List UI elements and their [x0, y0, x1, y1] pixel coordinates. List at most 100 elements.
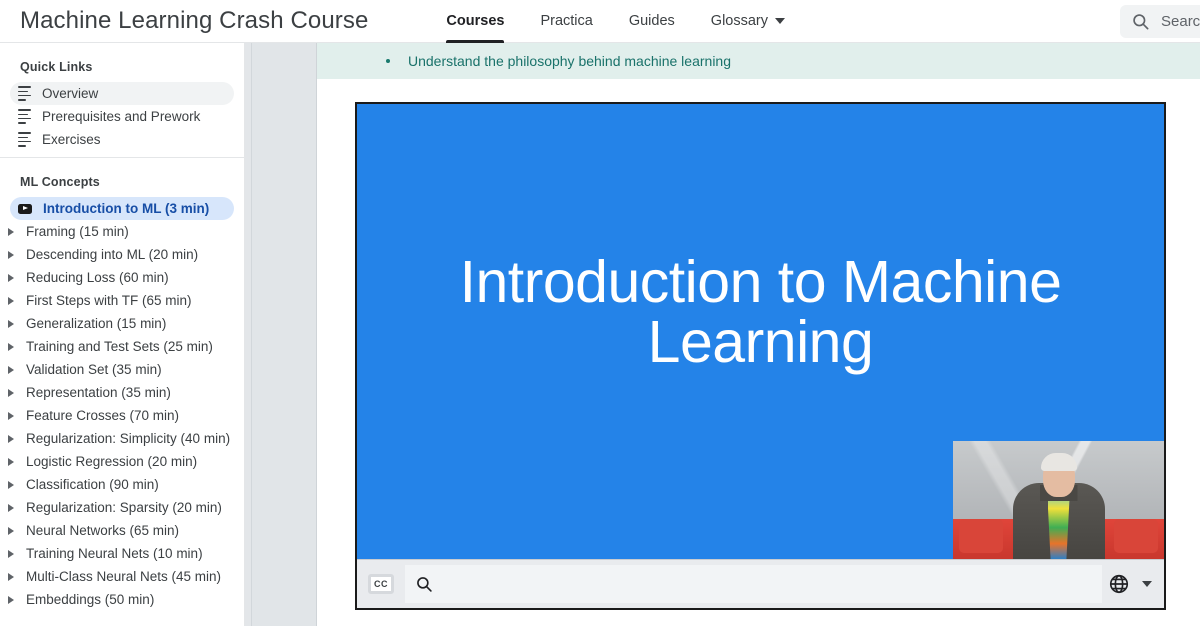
- sidebar-item-first-steps-with-tf-label: First Steps with TF (65 min): [26, 293, 192, 308]
- sidebar-item-regularization-sparsity[interactable]: Regularization: Sparsity (20 min): [0, 496, 244, 519]
- sidebar-item-representation-label: Representation (35 min): [26, 385, 171, 400]
- sidebar-item-overview[interactable]: Overview: [10, 82, 234, 105]
- video-player[interactable]: Introduction to Machine Learning CC: [355, 102, 1166, 610]
- sidebar-item-embeddings-label: Embeddings (50 min): [26, 592, 155, 607]
- gutter-inner-panel: [251, 43, 316, 626]
- video-title-line-1: Introduction to Machine: [459, 249, 1062, 315]
- sidebar-item-regularization-sparsity-label: Regularization: Sparsity (20 min): [26, 500, 222, 515]
- nav-item-practica[interactable]: Practica: [522, 0, 610, 43]
- sidebar-item-exercises-label: Exercises: [42, 132, 101, 147]
- sidebar-item-multi-class-neural-nets[interactable]: Multi-Class Neural Nets (45 min): [0, 565, 244, 588]
- nav-item-guides[interactable]: Guides: [611, 0, 693, 43]
- nav-item-courses[interactable]: Courses: [428, 0, 522, 43]
- chevron-right-icon: [8, 595, 14, 604]
- sidebar-item-logistic-regression[interactable]: Logistic Regression (20 min): [0, 450, 244, 473]
- search-icon: [415, 575, 433, 593]
- nav-item-glossary[interactable]: Glossary: [693, 0, 803, 43]
- global-search-placeholder: Search: [1161, 13, 1200, 30]
- sidebar-item-prerequisites-label: Prerequisites and Prework: [42, 109, 201, 124]
- chevron-right-icon: [8, 365, 14, 374]
- chevron-right-icon: [8, 503, 14, 512]
- sidebar-item-descending-into-ml-label: Descending into ML (20 min): [26, 247, 199, 262]
- sidebar-item-training-neural-nets-label: Training Neural Nets (10 min): [26, 546, 203, 561]
- chevron-right-icon: [8, 526, 14, 535]
- video-title: Introduction to Machine Learning: [357, 249, 1164, 376]
- video-controls-bar: CC: [357, 559, 1164, 608]
- chevron-right-icon: [8, 434, 14, 443]
- sidebar-item-generalization-label: Generalization (15 min): [26, 316, 167, 331]
- sidebar-item-reducing-loss[interactable]: Reducing Loss (60 min): [0, 266, 244, 289]
- chevron-right-icon: [8, 273, 14, 282]
- sidebar-item-logistic-regression-label: Logistic Regression (20 min): [26, 454, 198, 469]
- youtube-icon: [18, 203, 32, 214]
- transcript-search-input[interactable]: [441, 576, 1074, 592]
- globe-icon: [1108, 573, 1130, 595]
- presenter-hair: [1040, 453, 1077, 471]
- sidebar-item-overview-label: Overview: [42, 86, 99, 101]
- sidebar-item-introduction-to-ml[interactable]: Introduction to ML (3 min): [10, 197, 234, 220]
- sidebar-item-feature-crosses-label: Feature Crosses (70 min): [26, 408, 180, 423]
- nav-item-guides-label: Guides: [628, 13, 675, 29]
- global-search-box[interactable]: Search: [1120, 5, 1200, 38]
- list-icon: [18, 109, 31, 124]
- sidebar-item-validation-set[interactable]: Validation Set (35 min): [0, 358, 244, 381]
- sidebar-item-training-and-test-sets[interactable]: Training and Test Sets (25 min): [0, 335, 244, 358]
- bullet-point-icon: [386, 59, 390, 63]
- content-gutter-scroll-column[interactable]: [245, 43, 317, 626]
- chevron-right-icon: [8, 549, 14, 558]
- language-selector-button[interactable]: [1108, 573, 1152, 595]
- site-brand-title: Machine Learning Crash Course: [20, 7, 369, 34]
- chevron-right-icon: [8, 250, 14, 259]
- chevron-down-icon: [1142, 581, 1152, 587]
- chevron-right-icon: [8, 457, 14, 466]
- sidebar-item-introduction-to-ml-label: Introduction to ML (3 min): [43, 201, 210, 216]
- sidebar-item-training-neural-nets[interactable]: Training Neural Nets (10 min): [0, 542, 244, 565]
- sidebar-item-framing[interactable]: Framing (15 min): [0, 220, 244, 243]
- sidebar-item-classification-label: Classification (90 min): [26, 477, 159, 492]
- video-title-line-2: Learning: [647, 309, 874, 376]
- sidebar-item-framing-label: Framing (15 min): [26, 224, 129, 239]
- top-header-bar: Machine Learning Crash Course Courses Pr…: [0, 0, 1200, 43]
- nav-item-courses-label: Courses: [446, 13, 505, 29]
- sidebar-item-feature-crosses[interactable]: Feature Crosses (70 min): [0, 404, 244, 427]
- closed-captions-label: CC: [374, 579, 388, 589]
- sidebar-item-neural-networks-label: Neural Networks (65 min): [26, 523, 180, 538]
- sidebar-item-training-and-test-sets-label: Training and Test Sets (25 min): [26, 339, 213, 354]
- chevron-right-icon: [8, 227, 14, 236]
- chevron-right-icon: [8, 480, 14, 489]
- sidebar-item-generalization[interactable]: Generalization (15 min): [0, 312, 244, 335]
- primary-nav: Courses Practica Guides Glossary: [428, 0, 803, 43]
- learning-objective-text: Understand the philosophy behind machine…: [408, 53, 731, 69]
- sidebar-item-regularization-simplicity[interactable]: Regularization: Simplicity (40 min): [0, 427, 244, 450]
- nav-item-practica-label: Practica: [540, 13, 593, 29]
- sidebar-item-neural-networks[interactable]: Neural Networks (65 min): [0, 519, 244, 542]
- sidebar-item-embeddings[interactable]: Embeddings (50 min): [0, 588, 244, 611]
- closed-captions-button[interactable]: CC: [368, 574, 394, 594]
- left-sidebar: Quick Links Overview Prerequisites and P…: [0, 43, 245, 626]
- sidebar-item-prerequisites-and-prework[interactable]: Prerequisites and Prework: [10, 105, 234, 128]
- nav-item-glossary-label: Glossary: [710, 13, 769, 29]
- sidebar-item-validation-set-label: Validation Set (35 min): [26, 362, 162, 377]
- sidebar-item-exercises[interactable]: Exercises: [10, 128, 234, 151]
- sidebar-item-descending-into-ml[interactable]: Descending into ML (20 min): [0, 243, 244, 266]
- chevron-right-icon: [8, 342, 14, 351]
- video-stage[interactable]: Introduction to Machine Learning: [357, 104, 1164, 559]
- sidebar-section-quick-links-title: Quick Links: [20, 60, 93, 74]
- sidebar-item-classification[interactable]: Classification (90 min): [0, 473, 244, 496]
- chevron-right-icon: [8, 572, 14, 581]
- search-icon: [1131, 12, 1150, 31]
- learning-objective-banner: Understand the philosophy behind machine…: [317, 43, 1200, 79]
- sidebar-item-representation[interactable]: Representation (35 min): [0, 381, 244, 404]
- chevron-right-icon: [8, 411, 14, 420]
- chevron-right-icon: [8, 319, 14, 328]
- chevron-right-icon: [8, 388, 14, 397]
- sidebar-item-first-steps-with-tf[interactable]: First Steps with TF (65 min): [0, 289, 244, 312]
- presenter-inset-video: [953, 441, 1164, 559]
- chevron-right-icon: [8, 296, 14, 305]
- sidebar-concepts-list: Framing (15 min) Descending into ML (20 …: [0, 220, 244, 611]
- transcript-search-box[interactable]: [405, 565, 1102, 603]
- sidebar-section-ml-concepts-title: ML Concepts: [20, 175, 100, 189]
- sidebar-item-reducing-loss-label: Reducing Loss (60 min): [26, 270, 169, 285]
- main-content-area: Understand the philosophy behind machine…: [317, 43, 1200, 626]
- list-icon: [18, 86, 31, 101]
